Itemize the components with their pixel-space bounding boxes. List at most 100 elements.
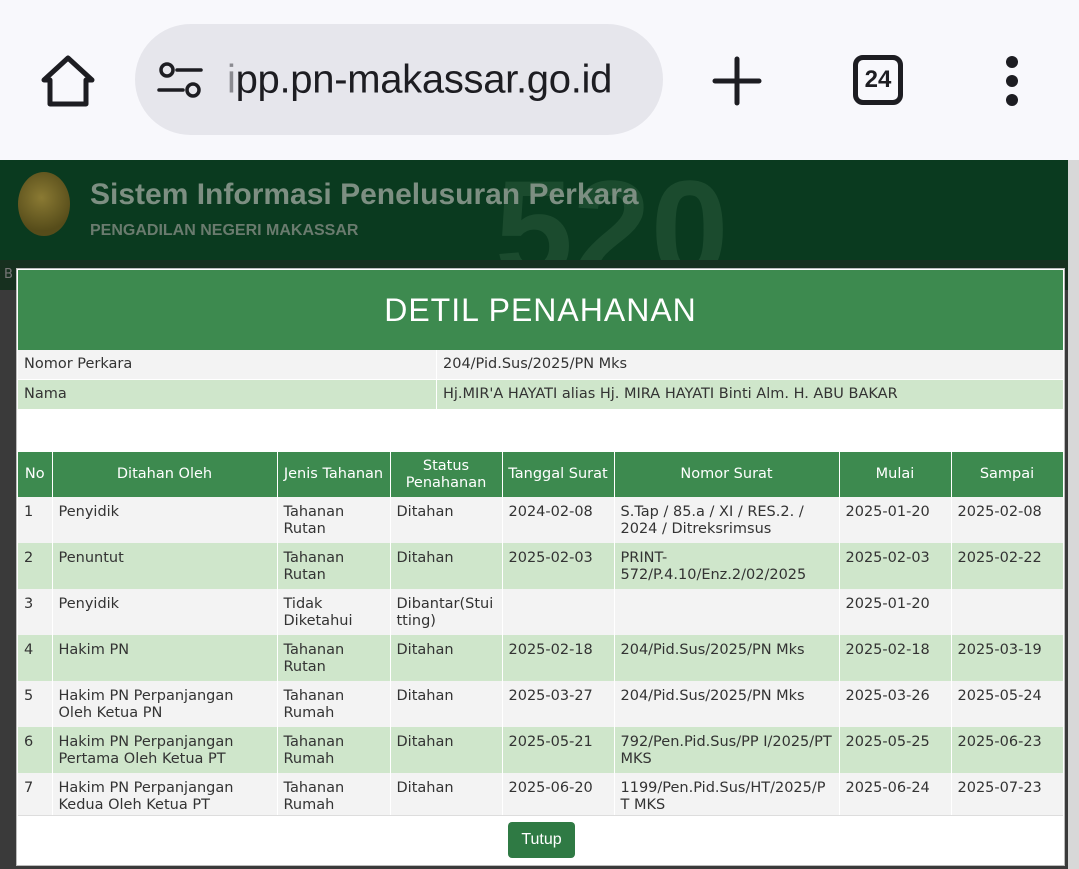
table-cell: PRINT-572/P.4.10/Enz.2/02/2025 [614, 543, 840, 589]
table-cell: 2025-06-23 [951, 727, 1064, 773]
column-header: No [18, 452, 53, 497]
table-cell: Tahanan Rutan [277, 543, 391, 589]
defendant-name-label: Nama [18, 380, 437, 409]
column-header: Nomor Surat [614, 452, 840, 497]
table-row: 2 Penuntut Tahanan Rutan Ditahan 2025-02-03 P… [18, 543, 1064, 589]
column-header: Sampai [951, 452, 1064, 497]
table-cell: 7 [18, 773, 53, 817]
table-cell [951, 589, 1064, 635]
court-logo [18, 172, 70, 236]
column-header: Status Penahanan [390, 452, 503, 497]
url-text-main: pp.pn-makassar.go.id [235, 57, 613, 101]
case-number-value: 204/Pid.Sus/2025/PN Mks [443, 356, 628, 372]
tab-switcher-button[interactable]: 24 [850, 52, 906, 108]
table-cell: 2025-01-20 [839, 497, 952, 543]
table-cell: 1199/Pen.Pid.Sus/HT/2025/PT MKS [614, 773, 840, 817]
browser-menu-button[interactable] [990, 52, 1034, 110]
table-cell: 2025-02-03 [502, 543, 615, 589]
modal-footer: Tutup [18, 815, 1063, 865]
defendant-name-value: Hj.MIR'A HAYATI alias Hj. MIRA HAYATI Bi… [443, 386, 898, 402]
close-button[interactable]: Tutup [508, 822, 575, 858]
browser-toolbar: ipp.pn-makassar.go.id 24 [0, 0, 1079, 160]
table-cell: 2025-07-23 [951, 773, 1064, 817]
table-cell: 204/Pid.Sus/2025/PN Mks [614, 681, 840, 727]
table-cell: 2025-02-22 [951, 543, 1064, 589]
nav-fragment: B [4, 267, 13, 282]
table-cell: 2025-02-18 [839, 635, 952, 681]
page-scrollbar[interactable] [1068, 160, 1079, 869]
detention-detail-modal: DETIL PENAHANAN Nomor Perkara 204/Pid.Su… [16, 268, 1065, 866]
table-cell: 2025-05-25 [839, 727, 952, 773]
table-cell: Ditahan [390, 497, 503, 543]
table-cell: 204/Pid.Sus/2025/PN Mks [614, 635, 840, 681]
table-header-row: No Ditahan Oleh Jenis Tahanan Status Penaha… [18, 452, 1064, 497]
table-cell: Penyidik [52, 589, 278, 635]
table-cell: Hakim PN Perpanjangan Oleh Ketua PN [52, 681, 278, 727]
table-cell: Tahanan Rumah [277, 681, 391, 727]
more-vert-icon [1006, 56, 1018, 106]
table-cell: Ditahan [390, 773, 503, 817]
case-number-row: Nomor Perkara 204/Pid.Sus/2025/PN Mks [18, 350, 1063, 379]
table-cell: 2 [18, 543, 53, 589]
table-cell: 2025-06-20 [502, 773, 615, 817]
table-cell: 2025-03-19 [951, 635, 1064, 681]
table-row: 7 Hakim PN Perpanjangan Kedua Oleh Ketua … [18, 773, 1064, 817]
new-tab-button[interactable] [708, 52, 766, 110]
plus-icon [712, 56, 762, 106]
table-cell: 2025-03-26 [839, 681, 952, 727]
modal-title: DETIL PENAHANAN [384, 291, 697, 328]
table-cell: Tidak Diketahui [277, 589, 391, 635]
table-cell: Penuntut [52, 543, 278, 589]
url-text[interactable]: ipp.pn-makassar.go.id [227, 57, 612, 102]
table-cell: 2025-03-27 [502, 681, 615, 727]
column-header: Ditahan Oleh [52, 452, 278, 497]
table-cell: Penyidik [52, 497, 278, 543]
home-button[interactable] [38, 52, 98, 110]
site-title: Sistem Informasi Penelusuran Perkara [90, 178, 639, 211]
table-cell: 2025-02-18 [502, 635, 615, 681]
table-cell: 2025-02-03 [839, 543, 952, 589]
column-header: Mulai [839, 452, 952, 497]
table-cell: 3 [18, 589, 53, 635]
table-cell: Dibantar(Stuitting) [390, 589, 503, 635]
table-cell: S.Tap / 85.a / XI / RES.2. / 2024 / Ditr… [614, 497, 840, 543]
table-cell: Tahanan Rumah [277, 773, 391, 817]
site-header: 520 Sistem Informasi Penelusuran Perkara… [0, 160, 1068, 260]
table-cell: 2024-02-08 [502, 497, 615, 543]
table-cell: 2025-05-24 [951, 681, 1064, 727]
address-bar[interactable]: ipp.pn-makassar.go.id [135, 24, 663, 135]
table-cell: 1 [18, 497, 53, 543]
table-cell: Tahanan Rutan [277, 635, 391, 681]
table-cell [614, 589, 840, 635]
table-row: 5 Hakim PN Perpanjangan Oleh Ketua PN Taha… [18, 681, 1064, 727]
table-cell: Ditahan [390, 681, 503, 727]
table-cell: 2025-05-21 [502, 727, 615, 773]
detention-table: No Ditahan Oleh Jenis Tahanan Status Penaha… [18, 452, 1064, 817]
table-cell [502, 589, 615, 635]
table-row: 6 Hakim PN Perpanjangan Pertama Oleh Ketu… [18, 727, 1064, 773]
tab-count: 24 [853, 55, 903, 105]
defendant-name-row: Nama Hj.MIR'A HAYATI alias Hj. MIRA HAYA… [18, 380, 1063, 409]
home-icon [41, 55, 95, 107]
column-header: Tanggal Surat [502, 452, 615, 497]
table-cell: 5 [18, 681, 53, 727]
url-text-faded: i [227, 57, 236, 101]
modal-header: DETIL PENAHANAN [18, 270, 1063, 350]
table-cell: Ditahan [390, 635, 503, 681]
table-cell: 792/Pen.Pid.Sus/PP I/2025/PT MKS [614, 727, 840, 773]
table-row: 3 Penyidik Tidak Diketahui Dibantar(Stuitti… [18, 589, 1064, 635]
table-cell: Hakim PN Perpanjangan Kedua Oleh Ketua P… [52, 773, 278, 817]
case-number-label: Nomor Perkara [18, 350, 437, 379]
table-cell: Hakim PN [52, 635, 278, 681]
table-cell: Tahanan Rutan [277, 497, 391, 543]
table-cell: Tahanan Rumah [277, 727, 391, 773]
table-cell: Ditahan [390, 543, 503, 589]
table-cell: 2025-02-08 [951, 497, 1064, 543]
table-cell: Hakim PN Perpanjangan Pertama Oleh Ketua… [52, 727, 278, 773]
column-header: Jenis Tahanan [277, 452, 391, 497]
table-cell: Ditahan [390, 727, 503, 773]
table-cell: 6 [18, 727, 53, 773]
site-settings-icon[interactable] [157, 60, 203, 100]
table-cell: 2025-01-20 [839, 589, 952, 635]
table-row: 4 Hakim PN Tahanan Rutan Ditahan 2025-02-18 2… [18, 635, 1064, 681]
